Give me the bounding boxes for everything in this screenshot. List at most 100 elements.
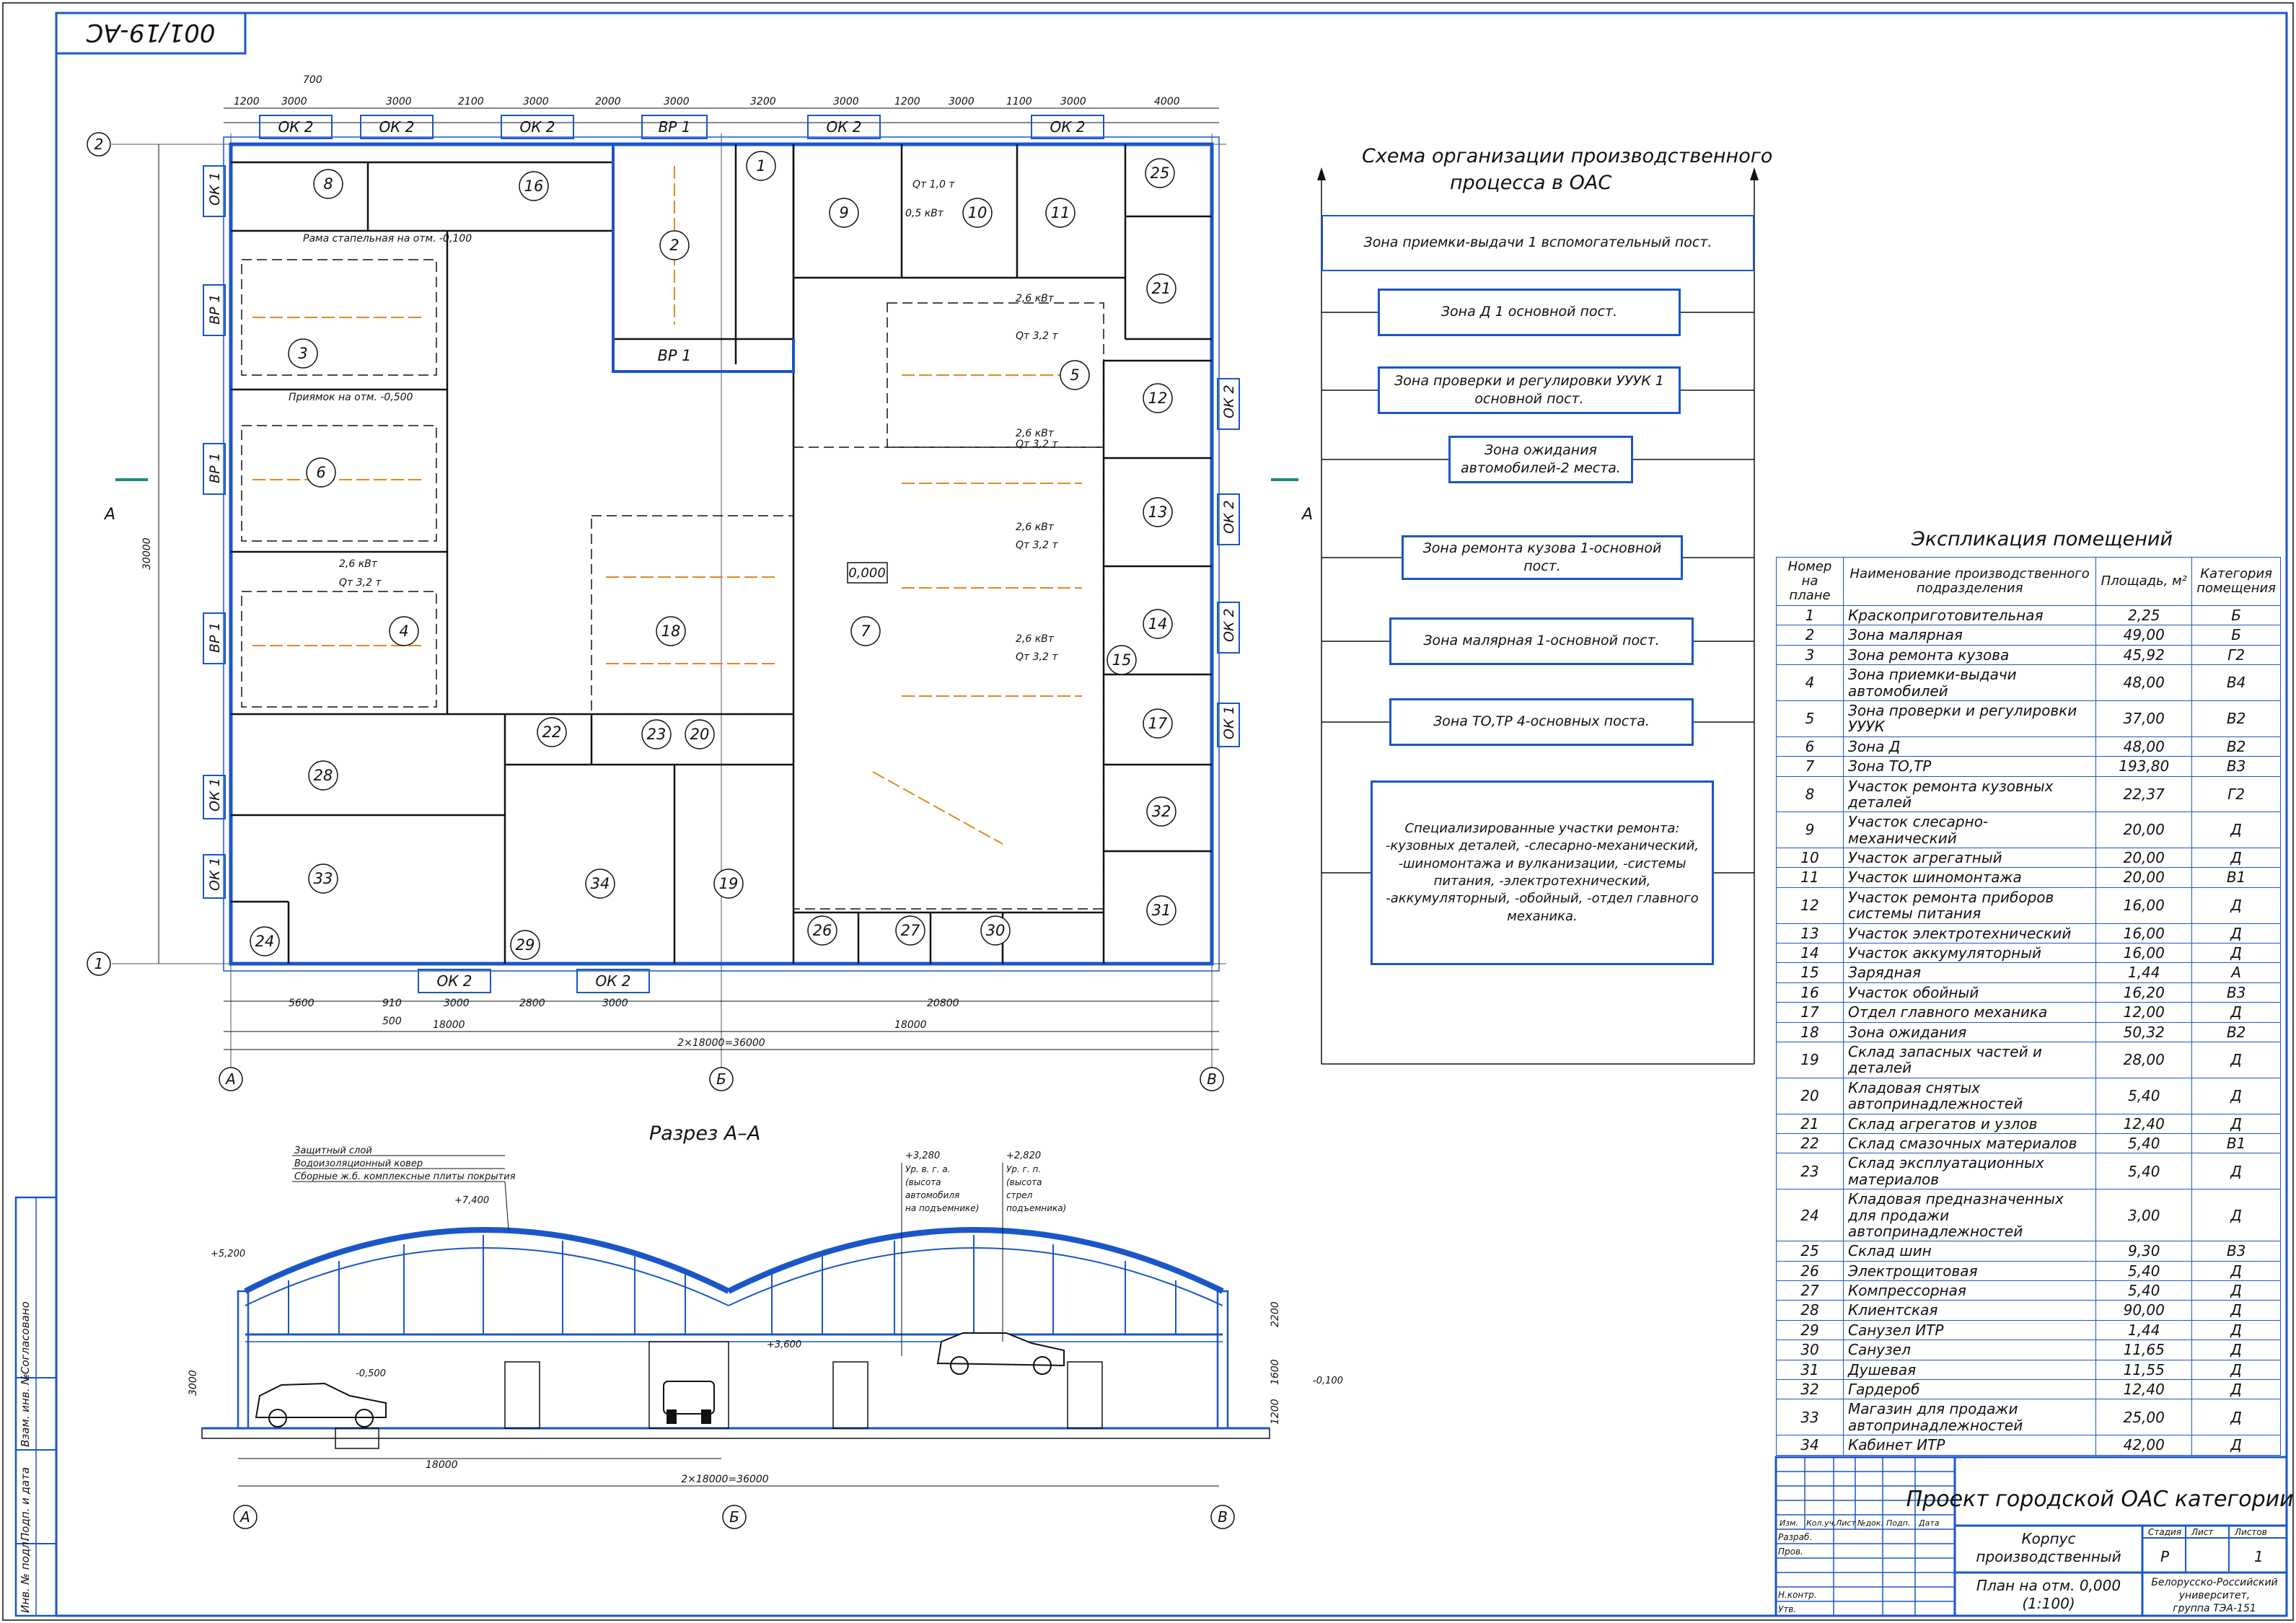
section-dim-3000: 3000 bbox=[188, 1370, 199, 1396]
car-icon bbox=[936, 1332, 1065, 1375]
room-number: 13 bbox=[1148, 503, 1168, 521]
cell-name: Зона ТО,ТР bbox=[1842, 756, 2097, 777]
table-row: 7 Зона ТО,ТР 193,80 В3 bbox=[1776, 756, 2281, 777]
col-area: Площадь, м² bbox=[2095, 557, 2193, 606]
cell-number: 2 bbox=[1776, 625, 1844, 646]
layer-3: Сборные ж.б. комплексные плиты покрытия bbox=[294, 1171, 516, 1182]
window-tag: ОК 2 bbox=[379, 118, 414, 136]
cell-name: Компрессорная bbox=[1842, 1280, 2097, 1301]
cell-category: Б bbox=[2191, 604, 2281, 626]
cell-number: 21 bbox=[1776, 1113, 1844, 1134]
room-number-group: 123456789 10 111213141516171819202122 23242… bbox=[250, 151, 1176, 960]
window-tag: ОК 2 bbox=[1221, 500, 1237, 534]
note-text-2c: стрел bbox=[1006, 1190, 1033, 1200]
top-dim-9: 3000 bbox=[833, 96, 859, 107]
top-dim-13: 3000 bbox=[1060, 96, 1086, 107]
stamp-col-4: №док. bbox=[1857, 1518, 1883, 1528]
cell-number: 31 bbox=[1776, 1359, 1844, 1381]
room-number: 22 bbox=[542, 723, 562, 741]
room-number: 12 bbox=[1148, 390, 1168, 407]
room-number: 7 bbox=[861, 623, 871, 640]
stage-label: Стадия bbox=[2148, 1527, 2181, 1537]
cell-number: 9 bbox=[1776, 812, 1844, 849]
cell-name: Зона проверки и регулировки УУУК bbox=[1842, 700, 2097, 737]
table-row: 3 Зона ремонта кузова 45,92 Г2 bbox=[1776, 644, 2281, 666]
cell-area: 1,44 bbox=[2095, 962, 2193, 983]
col-category: Категория помещения bbox=[2191, 557, 2281, 606]
cell-category: Д bbox=[2191, 1359, 2281, 1381]
top-dim-14: 4000 bbox=[1154, 96, 1180, 107]
cell-area: 20,00 bbox=[2095, 848, 2193, 868]
table-row: 26 Электрощитовая 5,40 Д bbox=[1776, 1260, 2281, 1282]
cell-name: Кладовая снятых автопринадлежностей bbox=[1842, 1077, 2097, 1114]
org-1: Белорусско-Российский bbox=[2151, 1577, 2277, 1588]
side-stamp: Согласовано Взам. инв. № Подп. и дата Ин… bbox=[14, 1196, 58, 1617]
cell-category: В3 bbox=[2191, 982, 2281, 1003]
layer-1: Защитный слой bbox=[294, 1145, 372, 1156]
top-dim-7: 3000 bbox=[664, 96, 690, 107]
table-row: 16 Участок обойный 16,20 В3 bbox=[1776, 982, 2281, 1003]
stamp-role-5: Н.контр. bbox=[1778, 1590, 1817, 1600]
cell-name: Кабинет ИТР bbox=[1842, 1435, 2097, 1456]
gate-tag: ВР 1 bbox=[207, 622, 223, 653]
section-dim-1200: 1200 bbox=[1270, 1399, 1281, 1425]
room-number: 28 bbox=[314, 767, 333, 784]
table-row: 34 Кабинет ИТР 42,00 Д bbox=[1776, 1435, 2281, 1456]
window-tag: ОК 2 bbox=[436, 972, 472, 990]
note-power: 2,6 кВт bbox=[1016, 522, 1055, 533]
flow-title-line2: процесса в ОАС bbox=[1450, 172, 1611, 194]
flow-box: Зона ТО,ТР 4-основных поста. bbox=[1389, 698, 1694, 746]
axis-1: 1 bbox=[94, 955, 104, 972]
flow-box: Зона приемки-выдачи 1 вспомогательный по… bbox=[1321, 215, 1754, 271]
cell-name: Зона Д bbox=[1842, 736, 2097, 757]
table-row: 23 Склад эксплуатационных материалов 5,40 Д bbox=[1776, 1153, 2281, 1190]
table-row: 25 Склад шин 9,30 В3 bbox=[1776, 1241, 2281, 1262]
cell-number: 26 bbox=[1776, 1260, 1844, 1282]
cell-name: Участок электротехнический bbox=[1842, 923, 2097, 944]
flow-box: Зона ожидания автомобилей-2 места. bbox=[1448, 436, 1633, 483]
table-row: 13 Участок электротехнический 16,00 Д bbox=[1776, 923, 2281, 944]
side-stamp-1: Согласовано bbox=[19, 1301, 32, 1374]
table-row: 33 Магазин для продажи автопринадлежносте… bbox=[1776, 1399, 2281, 1436]
note-frame: Рама стапельная на отм. -0,100 bbox=[303, 233, 472, 245]
cell-name: Отдел главного механика bbox=[1842, 1002, 2097, 1023]
gate-tag: ВР 1 bbox=[207, 294, 223, 325]
explication-table: Номер на плане Наименование производстве… bbox=[1776, 557, 2281, 1456]
cell-name: Санузел ИТР bbox=[1842, 1319, 2097, 1341]
cell-number: 32 bbox=[1776, 1379, 1844, 1400]
cell-category: Д bbox=[2191, 1113, 2281, 1134]
cell-category: В3 bbox=[2191, 756, 2281, 777]
sheets-label: Листов bbox=[2234, 1527, 2267, 1537]
table-row: 30 Санузел 11,65 Д bbox=[1776, 1340, 2281, 1360]
room-number: 30 bbox=[986, 922, 1006, 939]
room-number: 24 bbox=[255, 933, 275, 950]
top-dim-4: 2100 bbox=[458, 96, 484, 107]
cell-category: Д bbox=[2191, 1189, 2281, 1242]
section-axis-v: В bbox=[1218, 1508, 1228, 1526]
note-text-2d: подъемника) bbox=[1006, 1203, 1066, 1213]
cell-category: Д bbox=[2191, 1340, 2281, 1360]
cell-number: 33 bbox=[1776, 1399, 1844, 1436]
note-text-1c: автомобиля bbox=[905, 1190, 959, 1200]
table-row: 4 Зона приемки-выдачи автомобилей 48,00 В4 bbox=[1776, 664, 2281, 701]
window-tag: ОК 1 bbox=[207, 778, 223, 812]
cell-category: В2 bbox=[2191, 736, 2281, 757]
cell-category: Д bbox=[2191, 1077, 2281, 1114]
room-number: 27 bbox=[901, 922, 920, 939]
title-block: Изм. Кол.уч. Лист №док. Подп. Дата Разра… bbox=[1774, 1456, 2296, 1617]
half-dim-2: 18000 bbox=[894, 1019, 927, 1031]
room-number: 23 bbox=[647, 726, 667, 743]
side-stamp-2: Взам. инв. № bbox=[19, 1373, 32, 1447]
flow-box: Зона Д 1 основной пост. bbox=[1378, 289, 1681, 336]
cell-area: 20,00 bbox=[2095, 812, 2193, 849]
cell-number: 4 bbox=[1776, 664, 1844, 701]
left-dim: 30000 bbox=[141, 537, 153, 570]
sheets-value: 1 bbox=[2254, 1548, 2264, 1565]
gate-tag: ВР 1 bbox=[207, 452, 223, 483]
cell-category: Д bbox=[2191, 1280, 2281, 1301]
org-2: университет, bbox=[2178, 1590, 2250, 1601]
floor-plan: 2 1 А Б В 1200 3000 3000 2100 3000 2000 … bbox=[87, 74, 1313, 1091]
window-row-bottom: ОК 2 ОК 2 bbox=[418, 969, 650, 993]
table-row: 32 Гардероб 12,40 Д bbox=[1776, 1379, 2281, 1400]
room-number: 3 bbox=[298, 345, 307, 362]
